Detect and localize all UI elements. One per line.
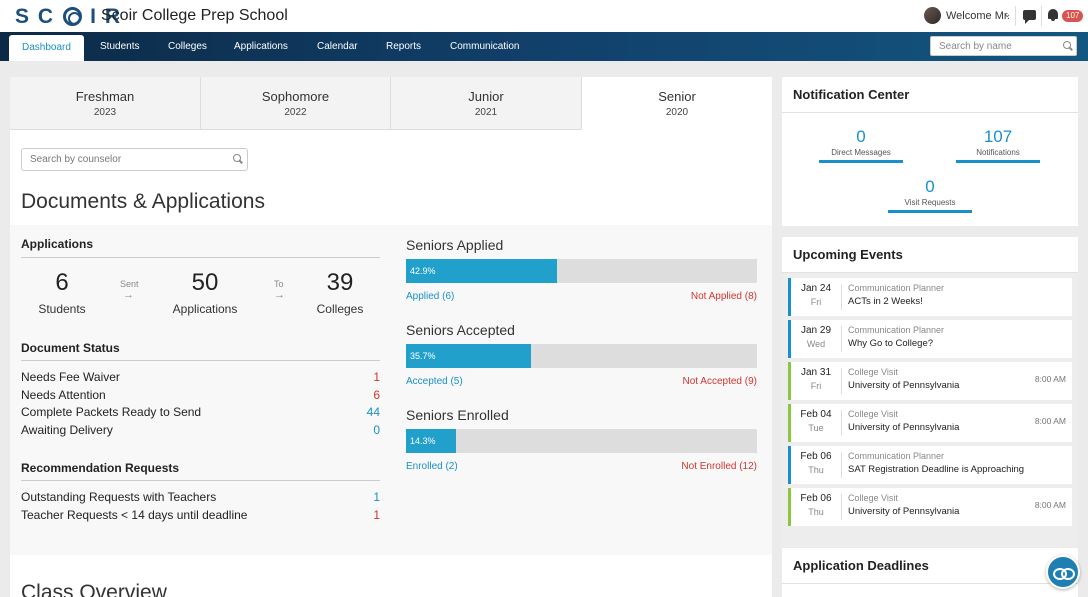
- complete-packets-label: Complete Packets Ready to Send: [21, 405, 202, 419]
- event-item[interactable]: Jan 24 Fri Communication Planner ACTs in…: [788, 278, 1072, 316]
- students-label: Students: [38, 302, 86, 316]
- awaiting-delivery-label: Awaiting Delivery: [21, 423, 113, 437]
- notification-center-card: Notification Center 0 Direct Messages 10…: [782, 77, 1078, 226]
- school-name: Scoir College Prep School: [101, 7, 288, 24]
- seniors-applied-bar[interactable]: 42.9%: [406, 259, 757, 283]
- direct-messages-link[interactable]: 0 Direct Messages: [819, 127, 903, 163]
- needs-attention-count[interactable]: 6: [373, 388, 380, 402]
- enrolled-link[interactable]: Enrolled (2): [406, 461, 458, 472]
- scoir-assistant-icon[interactable]: [1046, 555, 1080, 589]
- class-overview-title: Class Overview: [21, 581, 167, 597]
- top-bar: S C I R Scoir College Prep School Welcom…: [0, 0, 1088, 32]
- applications-heading: Applications: [21, 237, 94, 251]
- search-icon[interactable]: [1063, 41, 1073, 51]
- header-divider: [1015, 6, 1016, 26]
- tab-senior[interactable]: Senior 2020: [582, 77, 772, 130]
- nav-dashboard[interactable]: Dashboard: [9, 35, 84, 61]
- nav-reports[interactable]: Reports: [386, 32, 421, 61]
- document-status-heading: Document Status: [21, 341, 120, 355]
- not-accepted-link[interactable]: Not Accepted (9): [683, 376, 757, 387]
- outstanding-requests-label: Outstanding Requests with Teachers: [21, 490, 217, 504]
- tab-freshman[interactable]: Freshman 2023: [10, 77, 201, 130]
- upcoming-events-card: Upcoming Events Jan 24 Fri Communication…: [782, 237, 1078, 547]
- chat-icon[interactable]: [1023, 10, 1036, 24]
- application-deadlines-title: Application Deadlines: [782, 548, 1078, 584]
- visit-requests-link[interactable]: 0 Visit Requests: [888, 177, 972, 213]
- seniors-applied-percent: 42.9%: [410, 266, 436, 276]
- name-search-input[interactable]: [930, 36, 1077, 56]
- applications-count[interactable]: 50: [160, 269, 250, 297]
- event-item[interactable]: Feb 04 Tue College Visit University of P…: [788, 404, 1072, 442]
- chevron-down-icon[interactable]: ⌄: [1003, 9, 1011, 20]
- seniors-enrolled-bar[interactable]: 14.3%: [406, 429, 757, 453]
- colleges-label: Colleges: [316, 302, 364, 316]
- divider: [21, 257, 380, 258]
- section-title: Documents & Applications: [21, 190, 265, 213]
- welcome-text[interactable]: Welcome Mr.: [946, 10, 1010, 22]
- main-nav: Dashboard Students Colleges Applications…: [0, 32, 1088, 61]
- students-count[interactable]: 6: [17, 269, 107, 297]
- tab-junior[interactable]: Junior 2021: [391, 77, 582, 130]
- nav-applications[interactable]: Applications: [234, 32, 288, 61]
- event-item[interactable]: Jan 31 Fri College Visit University of P…: [788, 362, 1072, 400]
- applied-link[interactable]: Applied (6): [406, 291, 454, 302]
- colleges-count[interactable]: 39: [295, 269, 385, 297]
- complete-packets-count[interactable]: 44: [367, 405, 380, 419]
- not-applied-link[interactable]: Not Applied (8): [691, 291, 757, 302]
- counselor-search-input[interactable]: [21, 148, 248, 171]
- event-item[interactable]: Feb 06 Thu Communication Planner SAT Reg…: [788, 446, 1072, 484]
- upcoming-events-title: Upcoming Events: [782, 237, 1078, 273]
- divider: [21, 480, 380, 481]
- application-deadlines-card: Application Deadlines: [782, 548, 1078, 597]
- notifications-link[interactable]: 107 Notifications: [956, 127, 1040, 163]
- seniors-enrolled-title: Seniors Enrolled: [406, 407, 509, 423]
- to-label: To: [274, 279, 284, 289]
- divider: [21, 360, 380, 361]
- arrow-right-icon: →: [123, 289, 134, 301]
- awaiting-delivery-count[interactable]: 0: [373, 423, 380, 437]
- needs-fee-waiver-label: Needs Fee Waiver: [21, 370, 120, 384]
- seniors-accepted-percent: 35.7%: [410, 351, 436, 361]
- event-item[interactable]: Jan 29 Wed Communication Planner Why Go …: [788, 320, 1072, 358]
- recommendation-requests-heading: Recommendation Requests: [21, 461, 180, 475]
- bell-icon[interactable]: [1047, 8, 1059, 21]
- header-divider: [1041, 6, 1042, 26]
- nav-colleges[interactable]: Colleges: [168, 32, 207, 61]
- events-list: Jan 24 Fri Communication Planner ACTs in…: [782, 273, 1078, 547]
- outstanding-requests-count[interactable]: 1: [373, 490, 380, 504]
- notification-center-title: Notification Center: [782, 77, 1078, 113]
- nav-calendar[interactable]: Calendar: [317, 32, 358, 61]
- urgent-teacher-requests-count[interactable]: 1: [373, 508, 380, 522]
- tab-sophomore[interactable]: Sophomore 2022: [201, 77, 391, 130]
- dashboard-main-panel: Freshman 2023 Sophomore 2022 Junior 2021…: [10, 77, 772, 597]
- avatar[interactable]: [924, 7, 941, 24]
- notification-count-badge: 107: [1062, 10, 1084, 22]
- needs-fee-waiver-count[interactable]: 1: [373, 370, 380, 384]
- nav-students[interactable]: Students: [100, 32, 139, 61]
- arrow-right-icon: →: [274, 289, 285, 301]
- accepted-link[interactable]: Accepted (5): [406, 376, 463, 387]
- needs-attention-label: Needs Attention: [21, 388, 106, 402]
- urgent-teacher-requests-label: Teacher Requests < 14 days until deadlin…: [21, 508, 248, 522]
- sent-label: Sent: [120, 279, 139, 289]
- seniors-accepted-bar[interactable]: 35.7%: [406, 344, 757, 368]
- event-item[interactable]: Feb 06 Thu College Visit University of P…: [788, 488, 1072, 526]
- nav-communication[interactable]: Communication: [450, 32, 519, 61]
- not-enrolled-link[interactable]: Not Enrolled (12): [681, 461, 757, 472]
- seniors-accepted-title: Seniors Accepted: [406, 322, 515, 338]
- applications-label: Applications: [172, 302, 238, 316]
- seniors-applied-title: Seniors Applied: [406, 237, 504, 253]
- search-icon[interactable]: [233, 154, 243, 164]
- seniors-enrolled-percent: 14.3%: [410, 436, 436, 446]
